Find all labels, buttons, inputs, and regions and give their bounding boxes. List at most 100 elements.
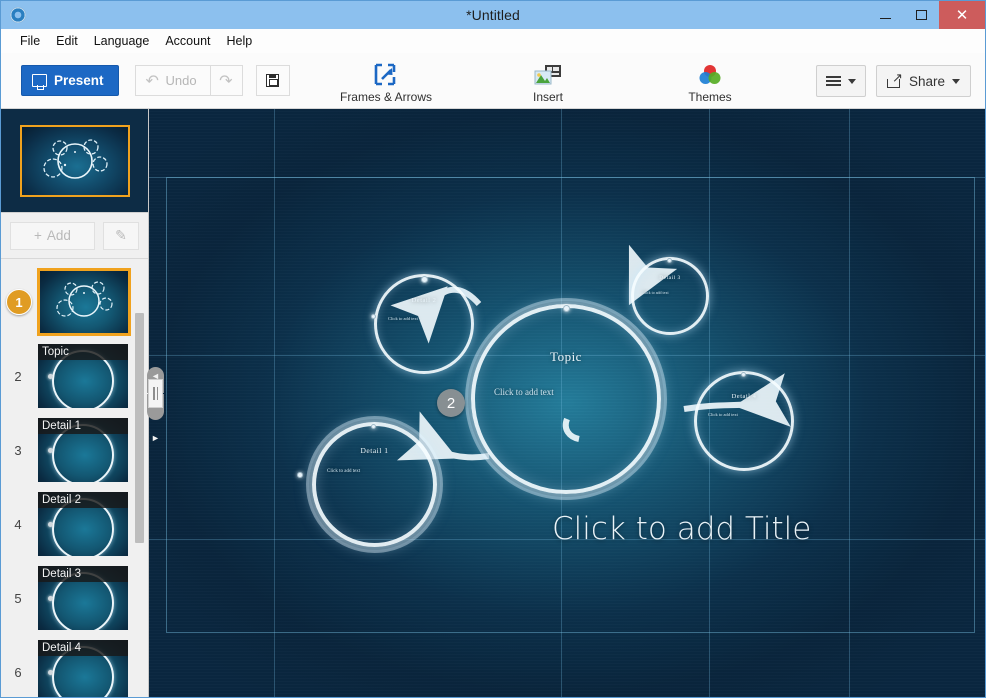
chevron-down-icon (848, 78, 856, 84)
present-screen-icon (32, 74, 47, 90)
insert-label: Insert (532, 90, 563, 104)
undo-button-label: Undo (165, 73, 197, 88)
node-detail2-ring[interactable] (374, 274, 474, 374)
slide-node-dot (48, 522, 53, 527)
share-button[interactable]: Share (876, 65, 971, 97)
overflow-menu-button[interactable] (816, 65, 866, 97)
frames-and-arrows-button[interactable]: Frames & Arrows (331, 53, 441, 109)
slide-number: 3 (14, 442, 22, 458)
undo-button[interactable]: Undo (134, 65, 210, 96)
slide-thumbnail[interactable]: Detail 3 (38, 566, 128, 630)
slide-canvas[interactable]: Topic Click to add text Detail 2 Click t… (149, 109, 985, 697)
redo-button[interactable] (209, 65, 243, 96)
node-detail4-title[interactable]: Detail 4 (694, 393, 794, 400)
themes-color-circles-icon (697, 62, 723, 88)
slide-node-dot (48, 448, 53, 453)
slide-actions-bar: + Add ✎ (1, 213, 148, 259)
sidebar-splitter[interactable]: ◄ ► (147, 367, 164, 443)
present-button[interactable]: Present (21, 65, 119, 96)
insert-button[interactable]: Insert (493, 53, 603, 109)
slide-thumbnail[interactable] (37, 268, 131, 336)
undo-redo-group: Undo (134, 65, 243, 96)
slide-title: Detail 4 (38, 640, 128, 656)
node-detail2-handle[interactable] (421, 276, 428, 283)
node-detail1-title[interactable]: Detail 1 (312, 446, 437, 455)
slide-thumbnail[interactable]: Detail 4 (38, 640, 128, 697)
node-center-text[interactable]: Click to add text (494, 387, 554, 397)
sidebar-scrollbar-thumb[interactable] (135, 313, 144, 543)
node-center-title[interactable]: Topic (471, 349, 661, 365)
menu-file[interactable]: File (12, 31, 48, 51)
toolbar-left-group: Present Undo (1, 65, 290, 96)
slide-thumbnail[interactable]: Detail 1 (38, 418, 128, 482)
slide-thumbnail[interactable]: Topic (38, 344, 128, 408)
maximize-icon (915, 10, 927, 20)
list-item[interactable]: 6 Detail 4 (1, 635, 148, 697)
share-export-icon (886, 70, 903, 88)
node-detail3-text[interactable]: Click to add text (642, 290, 669, 295)
node-center-ring[interactable] (471, 304, 661, 494)
slide-thumbnail[interactable]: Detail 2 (38, 492, 128, 556)
chevron-down-icon (952, 78, 961, 84)
insert-image-icon (534, 62, 562, 88)
list-item[interactable]: 4 Detail 2 (1, 487, 148, 561)
node-detail1-ring[interactable] (312, 422, 437, 547)
slide-node-dot (48, 670, 53, 675)
slide-title-placeholder[interactable]: Click to add Title (552, 511, 811, 547)
slide-node-dot (48, 374, 53, 379)
node-detail4-handle[interactable] (741, 372, 746, 377)
undo-arrow-icon (146, 74, 160, 88)
main-toolbar: Present Undo (1, 53, 985, 109)
close-button[interactable]: ✕ (939, 1, 985, 29)
themes-label: Themes (688, 90, 732, 104)
node-detail3-handle[interactable] (667, 258, 672, 263)
node-detail1-text[interactable]: Click to add text (327, 469, 360, 474)
drag-grip-icon[interactable] (148, 379, 163, 408)
menu-edit[interactable]: Edit (48, 31, 86, 51)
node-detail1-handle[interactable] (371, 424, 376, 429)
node-detail1-anchor[interactable] (297, 472, 303, 478)
node-detail4-text[interactable]: Click to add text (708, 412, 738, 417)
node-detail3-title[interactable]: Detail 3 (631, 275, 709, 281)
pencil-icon: ✎ (115, 227, 127, 243)
maximize-button[interactable] (903, 1, 939, 29)
themes-button[interactable]: Themes (655, 53, 765, 109)
redo-arrow-icon (219, 74, 233, 88)
list-item[interactable]: 2 Topic (1, 339, 148, 413)
minimize-button[interactable] (867, 1, 903, 29)
list-item[interactable]: 5 Detail 3 (1, 561, 148, 635)
slide-preview-panel[interactable] (1, 109, 148, 213)
add-slide-button[interactable]: + Add (10, 221, 95, 250)
list-item[interactable]: 1 (1, 265, 148, 339)
toolbar-center-group: Frames & Arrows Insert Themes (331, 53, 765, 109)
slide-number: 2 (14, 368, 22, 384)
add-slide-label: Add (46, 228, 71, 243)
list-item[interactable]: 3 Detail 1 (1, 413, 148, 487)
slide-title: Topic (38, 344, 128, 360)
window-controls: ✕ (867, 1, 985, 29)
slide-number: 4 (14, 516, 22, 532)
node-center-handle[interactable] (563, 305, 570, 312)
expand-right-icon: ► (151, 433, 160, 443)
menu-help[interactable]: Help (219, 31, 261, 51)
menu-account[interactable]: Account (157, 31, 218, 51)
present-button-label: Present (54, 73, 104, 88)
save-button[interactable] (255, 65, 290, 96)
share-button-label: Share (908, 73, 946, 89)
hamburger-menu-icon (826, 73, 841, 88)
node-detail2-text[interactable]: Click to add text (388, 316, 418, 321)
menu-language[interactable]: Language (86, 31, 158, 51)
slide-number: 5 (14, 590, 22, 606)
slide-title: Detail 3 (38, 566, 128, 582)
node-detail3-ring[interactable] (631, 257, 709, 335)
step-order-badge[interactable]: 2 (437, 389, 465, 417)
slide-current-badge: 1 (6, 289, 32, 315)
node-detail2-title[interactable]: Detail 2 (374, 297, 474, 304)
slides-list[interactable]: 1 2 Topic 3 Detail 1 4 Detail 2 5 Detail… (1, 259, 148, 697)
node-detail2-anchor[interactable] (371, 314, 376, 319)
node-detail4-ring[interactable] (694, 371, 794, 471)
sidebar-scrollbar[interactable] (135, 267, 146, 689)
edit-slide-button[interactable]: ✎ (103, 221, 139, 250)
frames-and-arrows-icon (373, 62, 399, 88)
window-title: *Untitled (466, 7, 520, 23)
